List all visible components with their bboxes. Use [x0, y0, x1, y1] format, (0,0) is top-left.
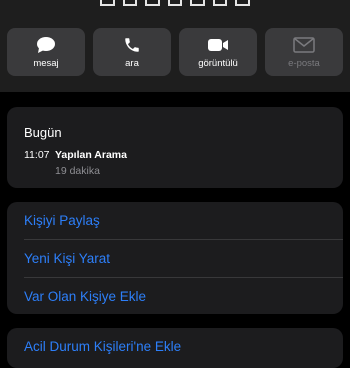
recent-calls-card: Bugün 11:07 Yapılan Arama 19 dakika: [7, 107, 343, 188]
video-icon: [207, 35, 229, 55]
add-to-existing-contact-button[interactable]: Var Olan Kişiye Ekle: [24, 278, 343, 315]
emergency-card: Acil Durum Kişileri'ne Ekle: [7, 328, 343, 368]
mail-icon: [293, 35, 315, 55]
video-button[interactable]: görüntülü: [179, 28, 257, 76]
contact-header: mesaj ara görüntülü e-posta: [0, 0, 350, 92]
share-contact-button[interactable]: Kişiyi Paylaş: [24, 202, 343, 239]
call-type: Yapılan Arama: [55, 149, 127, 161]
message-icon: [36, 35, 56, 55]
video-label: görüntülü: [198, 58, 238, 69]
call-button[interactable]: ara: [93, 28, 171, 76]
phone-icon: [123, 35, 141, 55]
call-duration: 19 dakika: [55, 165, 100, 177]
quick-actions: mesaj ara görüntülü e-posta: [7, 28, 343, 76]
mail-label: e-posta: [288, 58, 320, 69]
recent-heading: Bugün: [24, 125, 62, 140]
call-label: ara: [125, 58, 139, 69]
contact-options-card: Kişiyi Paylaş Yeni Kişi Yarat Var Olan K…: [7, 202, 343, 314]
message-button[interactable]: mesaj: [7, 28, 85, 76]
message-label: mesaj: [33, 58, 59, 69]
contact-name-partial: [100, 0, 251, 8]
add-emergency-contact-button[interactable]: Acil Durum Kişileri'ne Ekle: [24, 328, 343, 365]
mail-button[interactable]: e-posta: [265, 28, 343, 76]
create-new-contact-button[interactable]: Yeni Kişi Yarat: [24, 240, 343, 277]
call-time: 11:07: [24, 149, 50, 161]
